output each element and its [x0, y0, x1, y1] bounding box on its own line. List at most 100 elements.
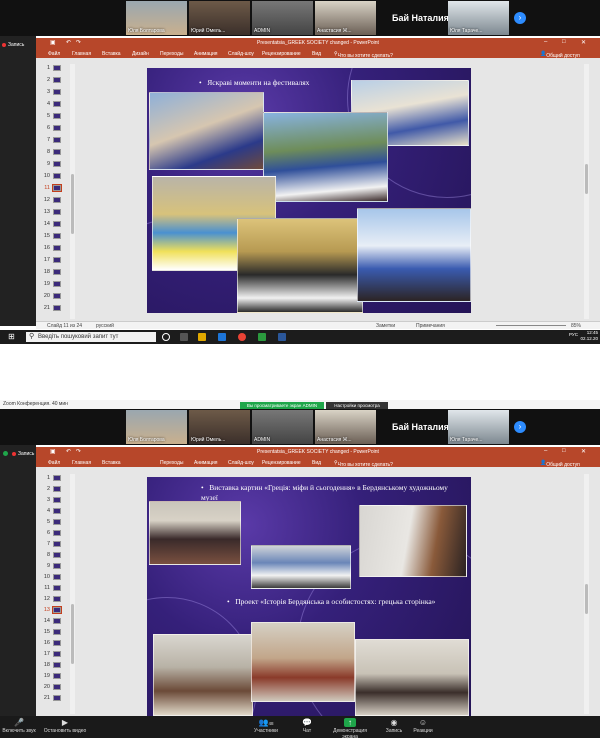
windows-start-icon[interactable]: ⊞ — [8, 333, 16, 341]
thumbnail[interactable]: 8 — [36, 551, 66, 560]
tab-transitions[interactable]: Переходы — [160, 51, 183, 57]
scrollbar-thumb[interactable] — [71, 174, 74, 234]
share-screen-button[interactable]: ↑ Демонстрация экрана — [325, 718, 375, 740]
tab-slideshow[interactable]: Слайд-шоу — [228, 460, 254, 466]
minimize-icon[interactable]: – — [544, 39, 547, 45]
thumbnail-selected[interactable]: 13 — [36, 606, 66, 615]
save-icon[interactable]: ▣ — [50, 39, 56, 46]
zoom-app-icon[interactable] — [218, 333, 226, 341]
tab-insert[interactable]: Вставка — [102, 51, 121, 57]
redo-icon[interactable]: ↷ — [76, 448, 81, 455]
video-tile[interactable]: Юрий Омель... — [189, 1, 250, 35]
slide-scrollbar[interactable] — [584, 64, 589, 319]
tab-view[interactable]: Вид — [312, 460, 321, 466]
thumbnail[interactable]: 16 — [36, 639, 66, 648]
close-icon[interactable]: ✕ — [581, 448, 586, 455]
video-tile[interactable]: Юля Тараче... — [448, 410, 509, 444]
next-page-icon[interactable]: › — [514, 421, 526, 433]
thumbnail[interactable]: 19 — [36, 672, 66, 681]
save-icon[interactable]: ▣ — [50, 448, 56, 455]
tab-animation[interactable]: Анимация — [194, 51, 217, 57]
slide-thumbnail-pane[interactable]: 1 2 3 4 5 6 7 8 9 10 11 12 13 14 15 16 1… — [36, 474, 74, 714]
thumbnail[interactable]: 5 — [36, 112, 66, 121]
thumbnail[interactable]: 2 — [36, 76, 66, 85]
slide-canvas[interactable]: • Яскраві моменти на фестивалях — [147, 68, 471, 313]
thumbnail[interactable]: 6 — [36, 124, 66, 133]
scrollbar-thumb[interactable] — [585, 584, 588, 614]
thumbnail[interactable]: 12 — [36, 196, 66, 205]
share-button[interactable]: 👤 Общий доступ — [540, 51, 580, 59]
task-view-icon[interactable] — [180, 333, 188, 341]
tab-review[interactable]: Рецензирование — [262, 51, 301, 57]
slide-thumbnail-pane[interactable]: 1 2 3 4 5 6 7 8 9 10 11 12 13 14 15 16 1… — [36, 64, 74, 319]
cortana-icon[interactable] — [162, 333, 170, 341]
thumbnail[interactable]: 10 — [36, 172, 66, 181]
tab-file[interactable]: Файл — [48, 460, 60, 466]
thumbnail[interactable]: 7 — [36, 136, 66, 145]
tab-home[interactable]: Главная — [72, 51, 91, 57]
thumbnail[interactable]: 16 — [36, 244, 66, 253]
video-tile[interactable]: Юрий Омель... — [189, 410, 250, 444]
taskbar-lang[interactable]: РУС — [560, 332, 578, 337]
thumbnail[interactable]: 21 — [36, 694, 66, 703]
thumbnail-scrollbar[interactable] — [70, 474, 75, 714]
thumbnail[interactable]: 3 — [36, 496, 66, 505]
thumbnail[interactable]: 15 — [36, 628, 66, 637]
taskbar-search-input[interactable]: ⚲ Введіть пошуковий запит тут — [26, 332, 156, 342]
close-icon[interactable]: ✕ — [581, 39, 586, 46]
thumbnail[interactable]: 2 — [36, 485, 66, 494]
thumbnail[interactable]: 11 — [36, 584, 66, 593]
scrollbar-thumb[interactable] — [71, 604, 74, 664]
tab-animation[interactable]: Анимация — [194, 460, 217, 466]
thumbnail-scrollbar[interactable] — [70, 64, 75, 319]
thumbnail[interactable]: 20 — [36, 683, 66, 692]
thumbnail[interactable]: 14 — [36, 617, 66, 626]
tab-design[interactable]: Дизайн — [132, 51, 149, 57]
language-indicator[interactable]: русский — [96, 323, 114, 329]
video-tile[interactable]: Юля Тараче... — [448, 1, 509, 35]
thumbnail[interactable]: 21 — [36, 304, 66, 313]
undo-icon[interactable]: ↶ — [66, 39, 71, 46]
thumbnail[interactable]: 5 — [36, 518, 66, 527]
undo-icon[interactable]: ↶ — [66, 448, 71, 455]
tab-transitions[interactable]: Переходы — [160, 460, 183, 466]
video-tile[interactable]: ADMIN — [252, 410, 313, 444]
tab-view[interactable]: Вид — [312, 51, 321, 57]
thumbnail[interactable]: 6 — [36, 529, 66, 538]
maximize-icon[interactable]: □ — [562, 39, 566, 45]
unmute-button[interactable]: 🎤 Включить звук — [0, 718, 44, 734]
thumbnail[interactable]: 1 — [36, 64, 66, 73]
video-tile[interactable]: Юля Болтарова — [126, 410, 187, 444]
word-icon[interactable] — [278, 333, 286, 341]
zoom-slider[interactable] — [496, 325, 566, 326]
tab-file[interactable]: Файл — [48, 51, 60, 57]
notes-button[interactable]: Заметки — [376, 323, 395, 329]
tab-insert[interactable]: Вставка — [102, 460, 121, 466]
thumbnail[interactable]: 18 — [36, 268, 66, 277]
thumbnail[interactable]: 9 — [36, 160, 66, 169]
thumbnail[interactable]: 19 — [36, 280, 66, 289]
stop-video-button[interactable]: ▶ Остановить видео — [40, 718, 90, 734]
thumbnail[interactable]: 15 — [36, 232, 66, 241]
video-tile[interactable]: Анастасия Ж... — [315, 1, 376, 35]
next-page-icon[interactable]: › — [514, 12, 526, 24]
thumbnail[interactable]: 1 — [36, 474, 66, 483]
tab-slideshow[interactable]: Слайд-шоу — [228, 51, 254, 57]
thumbnail[interactable]: 4 — [36, 507, 66, 516]
comments-button[interactable]: Примечания — [416, 323, 445, 329]
security-shield-icon[interactable] — [3, 451, 8, 456]
thumbnail-selected[interactable]: 11 — [36, 184, 66, 193]
thumbnail[interactable]: 17 — [36, 256, 66, 265]
video-tile[interactable]: Юля Болтарова — [126, 1, 187, 35]
tell-me-box[interactable]: ⚲ Что вы хотите сделать? — [334, 460, 393, 468]
tab-home[interactable]: Главная — [72, 460, 91, 466]
thumbnail[interactable]: 3 — [36, 88, 66, 97]
thumbnail[interactable]: 10 — [36, 573, 66, 582]
view-options-button[interactable]: Настройки просмотра — [326, 402, 388, 409]
slide-canvas[interactable]: • Виставка картин «Греція: міфи й сьогод… — [147, 477, 471, 716]
thumbnail[interactable]: 4 — [36, 100, 66, 109]
video-tile[interactable]: ADMIN — [252, 1, 313, 35]
app-icon[interactable] — [258, 333, 266, 341]
video-tile[interactable]: Анастасия Ж... — [315, 410, 376, 444]
minimize-icon[interactable]: – — [544, 448, 547, 454]
